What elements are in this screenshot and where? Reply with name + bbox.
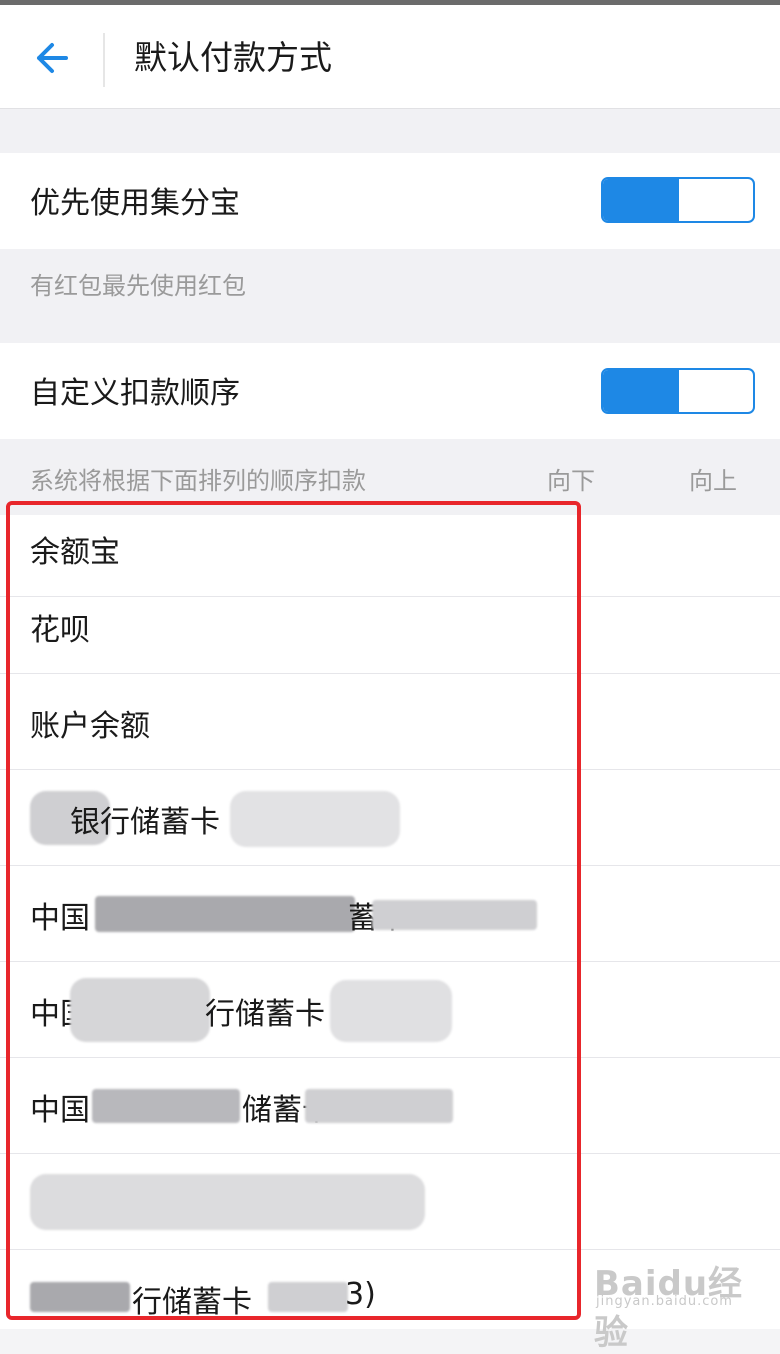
list-item[interactable] — [0, 1154, 780, 1250]
item-label: 中国 — [30, 1093, 90, 1128]
privacy-mask — [30, 1174, 425, 1230]
prefer-points-toggle[interactable] — [601, 177, 755, 223]
item-label: 中国 — [30, 901, 90, 936]
item-label: 账户余额 — [30, 709, 150, 744]
payment-method-list: 余额宝 花呗 账户余额 银行储蓄卡 中国 蓄卡 中国 行储蓄卡 中国 储蓄卡 行… — [0, 515, 780, 1329]
move-up-header: 向上 — [689, 467, 737, 495]
page-title: 默认付款方式 — [134, 38, 332, 77]
custom-order-toggle[interactable] — [601, 368, 755, 414]
list-item[interactable]: 账户余额 — [0, 674, 780, 770]
header-divider — [103, 33, 105, 87]
custom-order-hint: 系统将根据下面排列的顺序扣款 — [30, 467, 366, 495]
privacy-mask — [30, 1282, 130, 1312]
prefer-points-hint-area: 有红包最先使用红包 — [0, 249, 780, 343]
custom-order-label: 自定义扣款顺序 — [30, 376, 240, 411]
item-suffix: 行储蓄卡 — [205, 997, 325, 1032]
toggle-fill — [603, 370, 679, 412]
custom-order-row: 自定义扣款顺序 — [0, 343, 780, 439]
privacy-mask — [372, 900, 537, 930]
item-label: 银行储蓄卡 — [70, 805, 220, 840]
custom-order-hint-area: 系统将根据下面排列的顺序扣款 向下 向上 — [0, 439, 780, 515]
prefer-points-hint: 有红包最先使用红包 — [30, 272, 246, 300]
list-item[interactable]: 花呗 — [0, 578, 780, 674]
privacy-mask — [70, 978, 210, 1042]
section-gap — [0, 109, 780, 153]
app-header: 默认付款方式 — [0, 5, 780, 109]
move-down-header: 向下 — [547, 467, 595, 495]
item-label: 行储蓄卡 — [132, 1285, 252, 1320]
list-item[interactable]: 中国 储蓄卡 — [0, 1058, 780, 1154]
privacy-mask — [268, 1282, 348, 1312]
list-item[interactable]: 中国 行储蓄卡 — [0, 962, 780, 1058]
privacy-mask — [305, 1089, 453, 1123]
list-item[interactable]: 银行储蓄卡 — [0, 770, 780, 866]
item-label: 余额宝 — [30, 535, 120, 570]
list-item[interactable]: 中国 蓄卡 — [0, 866, 780, 962]
privacy-mask — [330, 980, 452, 1042]
item-suffix: 3) — [345, 1277, 376, 1312]
privacy-mask — [92, 1089, 240, 1123]
back-arrow-icon[interactable] — [30, 38, 70, 78]
privacy-mask — [230, 791, 400, 847]
item-label: 花呗 — [30, 613, 90, 648]
prefer-points-label: 优先使用集分宝 — [30, 186, 240, 221]
watermark: Baidu经验 jingyan.baidu.com — [594, 1250, 754, 1353]
watermark-url: jingyan.baidu.com — [596, 1294, 733, 1309]
privacy-mask — [95, 896, 355, 932]
prefer-points-row: 优先使用集分宝 — [0, 153, 780, 249]
toggle-fill — [603, 179, 679, 221]
